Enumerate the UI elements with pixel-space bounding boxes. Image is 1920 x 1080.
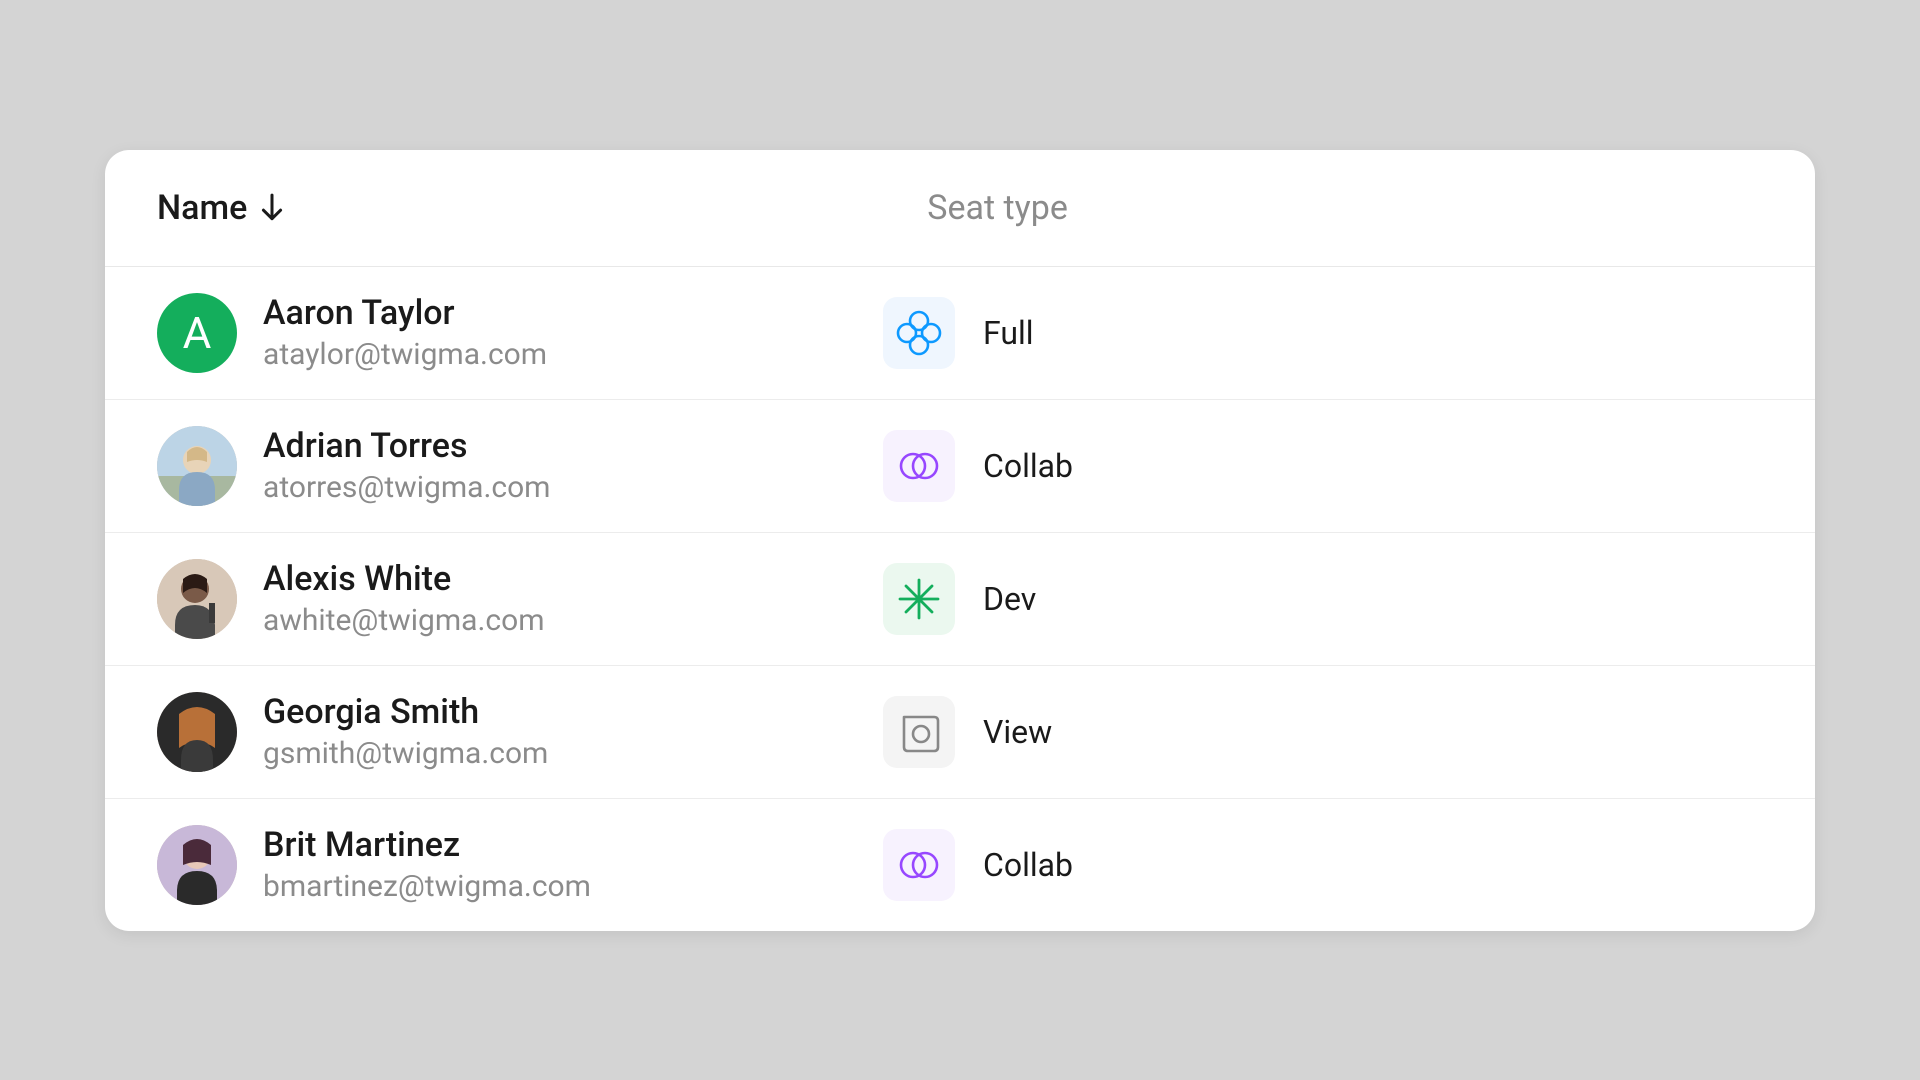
table-row[interactable]: Alexis White awhite@twigma.com Dev — [105, 533, 1815, 666]
user-email: gsmith@twigma.com — [263, 736, 883, 771]
full-seat-icon — [883, 297, 955, 369]
table-row[interactable]: Georgia Smith gsmith@twigma.com View — [105, 666, 1815, 799]
user-name: Adrian Torres — [263, 426, 883, 466]
seat-cell[interactable]: Collab — [883, 829, 1073, 901]
column-header-name[interactable]: Name — [157, 188, 285, 228]
seat-type-label: Collab — [983, 846, 1073, 884]
name-cell: Adrian Torres atorres@twigma.com — [263, 426, 883, 505]
avatar: A — [157, 293, 237, 373]
user-email: bmartinez@twigma.com — [263, 869, 883, 904]
dev-seat-icon — [883, 563, 955, 635]
user-email: ataylor@twigma.com — [263, 337, 883, 372]
seat-type-label: Collab — [983, 447, 1073, 485]
view-seat-icon — [883, 696, 955, 768]
table-row[interactable]: Adrian Torres atorres@twigma.com Collab — [105, 400, 1815, 533]
user-name: Alexis White — [263, 559, 883, 599]
sort-descending-icon — [259, 193, 285, 223]
name-cell: Georgia Smith gsmith@twigma.com — [263, 692, 883, 771]
name-cell: Brit Martinez bmartinez@twigma.com — [263, 825, 883, 904]
collab-seat-icon — [883, 430, 955, 502]
name-cell: Aaron Taylor ataylor@twigma.com — [263, 293, 883, 372]
user-email: awhite@twigma.com — [263, 603, 883, 638]
column-header-seat-type[interactable]: Seat type — [927, 188, 1068, 228]
avatar — [157, 426, 237, 506]
seat-cell[interactable]: Full — [883, 297, 1034, 369]
seat-type-label: Dev — [983, 580, 1036, 618]
user-email: atorres@twigma.com — [263, 470, 883, 505]
seat-cell[interactable]: Dev — [883, 563, 1036, 635]
table-header: Name Seat type — [105, 150, 1815, 267]
user-name: Georgia Smith — [263, 692, 883, 732]
users-table-card: Name Seat type A Aaron Taylor ataylor@tw… — [105, 150, 1815, 931]
avatar — [157, 692, 237, 772]
user-name: Aaron Taylor — [263, 293, 883, 333]
table-row[interactable]: A Aaron Taylor ataylor@twigma.com Full — [105, 267, 1815, 400]
seat-cell[interactable]: Collab — [883, 430, 1073, 502]
column-header-seat-type-label: Seat type — [927, 188, 1068, 228]
seat-cell[interactable]: View — [883, 696, 1052, 768]
collab-seat-icon — [883, 829, 955, 901]
seat-type-label: Full — [983, 314, 1034, 352]
table-row[interactable]: Brit Martinez bmartinez@twigma.com Colla… — [105, 799, 1815, 931]
column-header-name-label: Name — [157, 188, 247, 228]
seat-type-label: View — [983, 713, 1052, 751]
avatar-initial: A — [183, 307, 212, 359]
avatar — [157, 825, 237, 905]
name-cell: Alexis White awhite@twigma.com — [263, 559, 883, 638]
user-name: Brit Martinez — [263, 825, 883, 865]
avatar — [157, 559, 237, 639]
